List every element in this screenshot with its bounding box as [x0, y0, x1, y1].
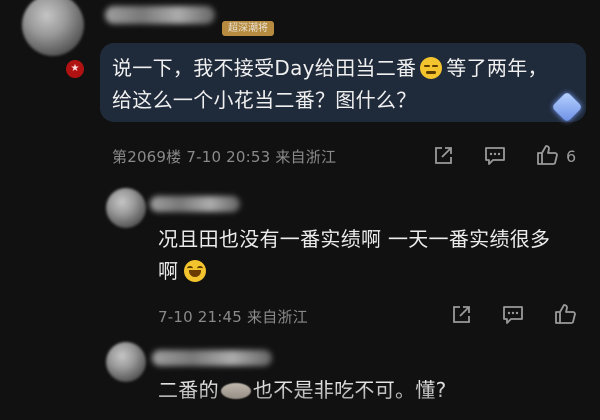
like-icon[interactable]	[554, 303, 576, 325]
sticker-emoji-icon	[220, 383, 251, 399]
comment-icon[interactable]	[502, 304, 524, 326]
like-count: 6	[566, 147, 577, 166]
username-blurred[interactable]	[152, 350, 272, 366]
comment-text: 说一下，我不接受Day给田当二番 等了两年，给这么一个小花当二番？图什么？	[112, 56, 548, 112]
reply-meta: 7-10 21:45 来自浙江	[158, 308, 308, 326]
username-blurred[interactable]	[150, 196, 240, 212]
like-icon[interactable]	[536, 144, 558, 166]
share-icon[interactable]	[450, 304, 472, 326]
verified-badge-icon: ★	[66, 60, 84, 78]
reply-text: 二番的 也不是非吃不可。懂?	[158, 378, 447, 402]
grimace-emoji-icon	[420, 57, 443, 79]
avatar[interactable]	[106, 342, 146, 382]
comment-icon[interactable]	[484, 145, 506, 167]
comment-meta: 第2069楼 7-10 20:53 来自浙江	[112, 148, 337, 166]
share-icon[interactable]	[432, 145, 454, 167]
avatar[interactable]	[106, 188, 146, 228]
laughing-emoji-icon	[184, 260, 207, 282]
fan-level-badge: 超深潮将	[222, 21, 274, 36]
username-blurred[interactable]	[105, 6, 215, 24]
reply-text: 况且田也没有一番实绩啊 一天一番实绩很多啊	[158, 227, 551, 283]
avatar[interactable]	[22, 0, 84, 56]
